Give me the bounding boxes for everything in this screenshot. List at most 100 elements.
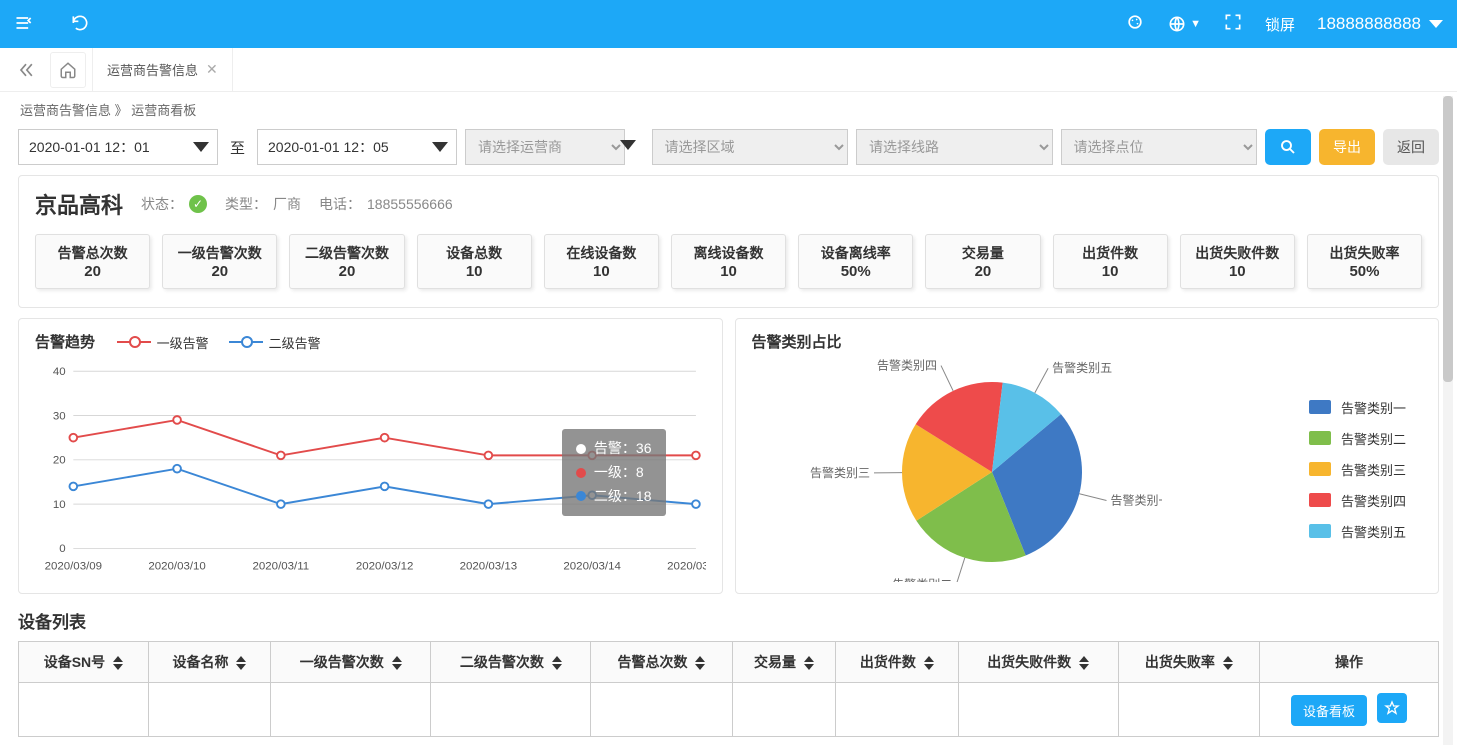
status-ok-icon: ✓ <box>189 195 207 213</box>
back-button[interactable]: 返回 <box>1383 129 1439 165</box>
close-icon[interactable]: ✕ <box>206 61 218 78</box>
legend-item[interactable]: 一级告警 <box>117 333 209 352</box>
vertical-scrollbar[interactable] <box>1443 96 1453 745</box>
svg-text:0: 0 <box>59 543 65 555</box>
table-header[interactable]: 交易量 <box>732 642 836 683</box>
topbar: ▼ 锁屏 18888888888 <box>0 0 1457 48</box>
user-menu[interactable]: 18888888888 <box>1317 14 1443 34</box>
stat-tile: 设备总数10 <box>417 234 532 289</box>
legend-item[interactable]: 告警类别五 <box>1309 522 1406 541</box>
favorite-button[interactable] <box>1377 693 1407 723</box>
svg-text:40: 40 <box>53 366 66 378</box>
svg-text:2020/03/12: 2020/03/12 <box>356 560 413 572</box>
date-to-picker[interactable]: 2020-01-01 12：05 <box>257 129 457 165</box>
home-icon[interactable] <box>50 52 86 88</box>
svg-text:2020/03/10: 2020/03/10 <box>148 560 205 572</box>
stat-tile: 设备离线率50% <box>798 234 913 289</box>
svg-text:20: 20 <box>53 455 66 467</box>
export-button[interactable]: 导出 <box>1319 129 1375 165</box>
stat-tile: 告警总次数20 <box>35 234 150 289</box>
date-from-value: 2020-01-01 12：01 <box>29 137 150 157</box>
filter-row: 2020-01-01 12：01 至 2020-01-01 12：05 请选择运… <box>0 123 1457 175</box>
tabs-back-icon[interactable] <box>8 52 44 88</box>
caret-down-icon <box>432 142 448 152</box>
device-table: 设备SN号 设备名称 一级告警次数 二级告警次数 告警总次数 交易量 出货件数 … <box>18 641 1439 737</box>
caret-down-icon <box>1429 20 1443 28</box>
stat-tile: 出货失败率50% <box>1307 234 1422 289</box>
sort-icon[interactable] <box>695 656 705 670</box>
svg-text:10: 10 <box>53 499 66 511</box>
table-header[interactable]: 设备名称 <box>148 642 270 683</box>
device-list-section: 设备列表 设备SN号 设备名称 一级告警次数 二级告警次数 告警总次数 交易量 … <box>18 608 1439 737</box>
device-dashboard-button[interactable]: 设备看板 <box>1291 695 1367 726</box>
search-button[interactable] <box>1265 129 1311 165</box>
svg-text:告警类别一: 告警类别一 <box>1110 493 1162 508</box>
tab-label: 运营商告警信息 <box>107 60 198 79</box>
caret-down-icon <box>620 140 636 150</box>
stat-tile: 出货件数10 <box>1053 234 1168 289</box>
refresh-icon[interactable] <box>70 13 90 36</box>
status-meta: 状态： ✓ <box>141 194 207 214</box>
fullscreen-icon[interactable] <box>1223 12 1243 36</box>
legend-item[interactable]: 告警类别二 <box>1309 429 1406 448</box>
date-from-picker[interactable]: 2020-01-01 12：01 <box>18 129 218 165</box>
table-header[interactable]: 出货件数 <box>836 642 958 683</box>
table-header[interactable]: 出货失败件数 <box>958 642 1118 683</box>
sort-icon[interactable] <box>236 656 246 670</box>
pie-chart: 告警类别占比 告警类别一告警类别二告警类别三告警类别四告警类别五 告警类别一告警… <box>735 318 1440 594</box>
trend-chart: 告警趋势 一级告警 二级告警 0 10 20 30 40 2020/03/09 2020/03… <box>18 318 723 594</box>
user-phone: 18888888888 <box>1317 14 1421 34</box>
sort-icon[interactable] <box>113 656 123 670</box>
stat-tile: 一级告警次数20 <box>162 234 277 289</box>
svg-text:2020/03/09: 2020/03/09 <box>45 560 102 572</box>
sort-icon[interactable] <box>552 656 562 670</box>
type-meta: 类型： 厂商 <box>225 194 301 214</box>
caret-down-icon <box>193 142 209 152</box>
svg-text:2020/03/14: 2020/03/14 <box>563 560 621 572</box>
table-header[interactable]: 出货失败率 <box>1118 642 1259 683</box>
line-select[interactable]: 请选择线路 <box>856 129 1053 165</box>
operator-select[interactable]: 请选择运营商 <box>465 129 625 165</box>
tab-operator-alert-info[interactable]: 运营商告警信息 ✕ <box>92 48 233 92</box>
breadcrumb-1[interactable]: 运营商告警信息 <box>20 103 111 118</box>
point-select[interactable]: 请选择点位 <box>1061 129 1258 165</box>
pie-chart-svg[interactable]: 告警类别一告警类别二告警类别三告警类别四告警类别五 <box>752 352 1162 582</box>
svg-text:2020/03/11: 2020/03/11 <box>253 560 310 572</box>
legend-item[interactable]: 告警类别三 <box>1309 460 1406 479</box>
pie-chart-title: 告警类别占比 <box>752 331 842 352</box>
legend-item[interactable]: 告警类别一 <box>1309 398 1406 417</box>
to-label: 至 <box>226 137 249 158</box>
svg-text:2020/03/13: 2020/03/13 <box>460 560 517 572</box>
legend-item[interactable]: 告警类别四 <box>1309 491 1406 510</box>
device-list-title: 设备列表 <box>18 608 1439 633</box>
svg-text:2020/03/15: 2020/03/15 <box>667 560 705 572</box>
sort-icon[interactable] <box>1079 656 1089 670</box>
svg-text:告警类别五: 告警类别五 <box>1052 360 1112 375</box>
sort-icon[interactable] <box>1223 656 1233 670</box>
breadcrumb-2: 运营商看板 <box>131 103 196 118</box>
theme-icon[interactable] <box>1125 12 1145 36</box>
stat-tile: 离线设备数10 <box>671 234 786 289</box>
menu-toggle-icon[interactable] <box>14 13 34 36</box>
table-header[interactable]: 设备SN号 <box>19 642 149 683</box>
lock-screen-button[interactable]: 锁屏 <box>1265 14 1295 35</box>
sort-icon[interactable] <box>392 656 402 670</box>
trend-chart-title: 告警趋势 <box>35 331 95 352</box>
sort-icon[interactable] <box>924 656 934 670</box>
stat-tile: 在线设备数10 <box>544 234 659 289</box>
area-select[interactable]: 请选择区域 <box>652 129 849 165</box>
legend-item[interactable]: 二级告警 <box>229 333 321 352</box>
table-header[interactable]: 一级告警次数 <box>271 642 431 683</box>
summary-card: 京品高科 状态： ✓ 类型： 厂商 电话： 18855556666 告警总次数2… <box>18 175 1439 308</box>
globe-icon[interactable]: ▼ <box>1167 14 1201 34</box>
phone-meta: 电话： 18855556666 <box>319 194 453 214</box>
table-header[interactable]: 告警总次数 <box>591 642 732 683</box>
sort-icon[interactable] <box>804 656 814 670</box>
chart-tooltip: 告警：36一级：8二级：18 <box>562 429 666 516</box>
table-header[interactable]: 操作 <box>1259 642 1438 683</box>
svg-text:30: 30 <box>53 410 66 422</box>
svg-text:告警类别四: 告警类别四 <box>876 358 936 373</box>
svg-text:告警类别三: 告警类别三 <box>809 465 869 480</box>
table-header[interactable]: 二级告警次数 <box>431 642 591 683</box>
breadcrumb-sep: 》 <box>115 103 128 118</box>
